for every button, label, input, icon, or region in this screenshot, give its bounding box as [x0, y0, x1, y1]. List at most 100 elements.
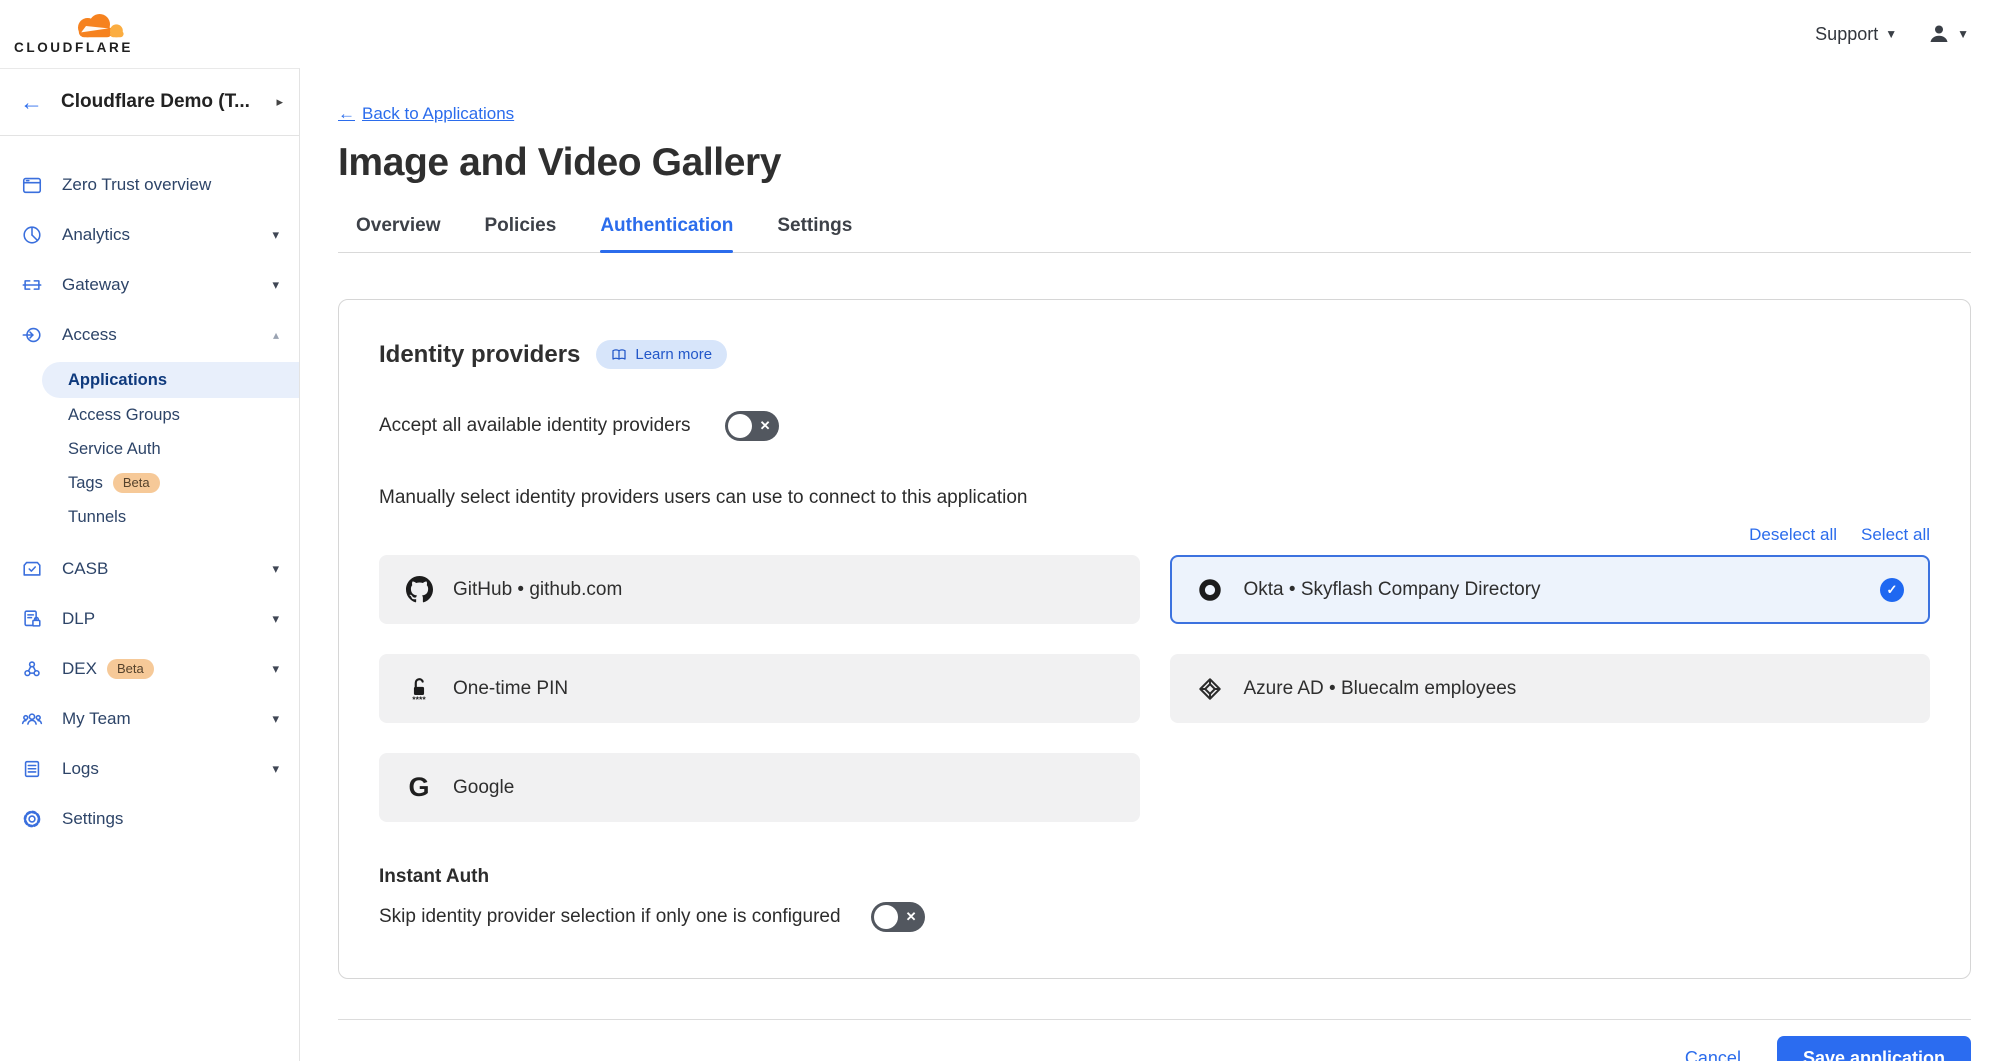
sidebar-item-label: Tunnels [68, 508, 126, 527]
account-name[interactable]: Cloudflare Demo (T... [61, 91, 258, 113]
cloudflare-wordmark: CLOUDFLARE [14, 40, 144, 55]
chevron-down-icon[interactable]: ▾ [272, 761, 279, 777]
tab-policies[interactable]: Policies [485, 215, 557, 252]
instant-auth-toggle[interactable]: ✕ [871, 902, 925, 932]
access-icon [20, 323, 44, 347]
sidebar-item-applications[interactable]: Applications [42, 362, 299, 398]
chevron-down-icon: ▼ [1957, 27, 1969, 41]
sidebar-item-label: Service Auth [68, 440, 161, 459]
okta-icon [1196, 577, 1224, 603]
page-title: Image and Video Gallery [338, 141, 1971, 185]
selected-check-icon: ✓ [1880, 578, 1904, 602]
sidebar-item-gateway[interactable]: Gateway ▾ [0, 260, 299, 310]
deselect-all-link[interactable]: Deselect all [1749, 525, 1837, 545]
sidebar-item-label: Settings [62, 809, 123, 829]
chevron-down-icon[interactable]: ▾ [272, 227, 279, 243]
sidebar-item-analytics[interactable]: Analytics ▾ [0, 210, 299, 260]
sidebar-item-tunnels[interactable]: Tunnels [0, 500, 299, 534]
sidebar-item-label: Access Groups [68, 406, 180, 425]
provider-tile-google[interactable]: G Google [379, 753, 1140, 822]
people-icon [20, 707, 44, 731]
card-heading: Identity providers [379, 341, 580, 369]
footer-divider [338, 1019, 1971, 1020]
sidebar-item-logs[interactable]: Logs ▾ [0, 744, 299, 794]
accept-all-row: Accept all available identity providers … [379, 411, 1930, 441]
sidebar-item-label: Tags [68, 474, 103, 493]
provider-tile-one-time-pin[interactable]: **** One-time PIN [379, 654, 1140, 723]
top-bar: CLOUDFLARE Support ▼ ▼ [0, 0, 1999, 68]
accept-all-label: Accept all available identity providers [379, 415, 691, 437]
chevron-down-icon[interactable]: ▾ [272, 277, 279, 293]
inbox-check-icon [20, 557, 44, 581]
accept-all-toggle[interactable]: ✕ [725, 411, 779, 441]
window-icon [20, 173, 44, 197]
support-label: Support [1815, 24, 1878, 45]
toggle-knob [728, 414, 752, 438]
access-sub-nav: Applications Access Groups Service Auth … [0, 362, 299, 534]
chevron-down-icon[interactable]: ▾ [272, 711, 279, 727]
tab-overview[interactable]: Overview [356, 215, 441, 252]
account-avatar-menu[interactable]: ▼ [1927, 22, 1969, 46]
sidebar-item-label: Analytics [62, 225, 130, 245]
beta-badge: Beta [113, 473, 160, 493]
sidebar-item-label: Zero Trust overview [62, 175, 211, 195]
learn-more-badge[interactable]: Learn more [596, 340, 727, 369]
sidebar-item-label: Gateway [62, 275, 129, 295]
provider-grid: GitHub • github.com Okta • Skyflash Comp… [379, 555, 1930, 822]
select-all-link[interactable]: Select all [1861, 525, 1930, 545]
sidebar-item-access[interactable]: Access ▴ [0, 310, 299, 360]
chevron-down-icon: ▼ [1885, 27, 1897, 41]
google-icon: G [405, 774, 433, 801]
learn-more-label: Learn more [635, 346, 712, 363]
selection-links: Deselect all Select all [379, 525, 1930, 545]
sidebar-item-casb[interactable]: CASB ▾ [0, 544, 299, 594]
sidebar-item-access-groups[interactable]: Access Groups [0, 398, 299, 432]
chevron-up-icon[interactable]: ▴ [273, 328, 279, 342]
github-icon [405, 576, 433, 603]
instant-auth-label: Skip identity provider selection if only… [379, 906, 841, 928]
beta-badge: Beta [107, 659, 154, 679]
sidebar-nav: Zero Trust overview Analytics ▾ Gateway … [0, 136, 299, 844]
tab-authentication[interactable]: Authentication [600, 215, 733, 252]
user-avatar-icon [1927, 22, 1951, 46]
one-time-pin-icon: **** [405, 675, 433, 703]
sidebar-item-label: DEX [62, 659, 97, 679]
provider-tile-github[interactable]: GitHub • github.com [379, 555, 1140, 624]
provider-label: One-time PIN [453, 678, 568, 700]
save-application-button[interactable]: Save application [1777, 1036, 1971, 1061]
pie-chart-icon [20, 223, 44, 247]
provider-tile-azure-ad[interactable]: Azure AD • Bluecalm employees [1170, 654, 1931, 723]
back-arrow-icon: ← [338, 104, 355, 124]
sidebar-account-header: ← Cloudflare Demo (T... ▸ [0, 69, 299, 136]
sidebar-item-dlp[interactable]: DLP ▾ [0, 594, 299, 644]
sidebar-item-my-team[interactable]: My Team ▾ [0, 694, 299, 744]
sidebar-item-tags[interactable]: Tags Beta [0, 466, 299, 500]
sidebar-item-label: CASB [62, 559, 108, 579]
chevron-down-icon[interactable]: ▾ [272, 611, 279, 627]
toggle-knob [874, 905, 898, 929]
back-to-applications-link[interactable]: ← Back to Applications [338, 104, 514, 124]
cancel-button[interactable]: Cancel [1685, 1048, 1741, 1061]
instant-auth-heading: Instant Auth [379, 866, 1930, 888]
chevron-down-icon[interactable]: ▾ [272, 661, 279, 677]
back-link-label: Back to Applications [362, 104, 514, 124]
tab-settings[interactable]: Settings [777, 215, 852, 252]
tab-bar: Overview Policies Authentication Setting… [338, 215, 1971, 253]
provider-label: Okta • Skyflash Company Directory [1244, 579, 1541, 601]
provider-tile-okta[interactable]: Okta • Skyflash Company Directory ✓ [1170, 555, 1931, 624]
sidebar: ← Cloudflare Demo (T... ▸ Zero Trust ove… [0, 68, 300, 1061]
back-arrow-icon[interactable]: ← [20, 91, 43, 114]
sidebar-item-dex[interactable]: DEX Beta ▾ [0, 644, 299, 694]
support-menu[interactable]: Support ▼ [1815, 24, 1897, 45]
sidebar-item-service-auth[interactable]: Service Auth [0, 432, 299, 466]
chevron-right-icon[interactable]: ▸ [276, 94, 283, 110]
sidebar-item-settings[interactable]: Settings [0, 794, 299, 844]
chevron-down-icon[interactable]: ▾ [272, 561, 279, 577]
gateway-icon [20, 273, 44, 297]
network-icon [20, 657, 44, 681]
gear-icon [20, 807, 44, 831]
sidebar-item-label: Logs [62, 759, 99, 779]
x-icon: ✕ [906, 909, 917, 925]
sidebar-item-zero-trust-overview[interactable]: Zero Trust overview [0, 160, 299, 210]
provider-label: Azure AD • Bluecalm employees [1244, 678, 1517, 700]
